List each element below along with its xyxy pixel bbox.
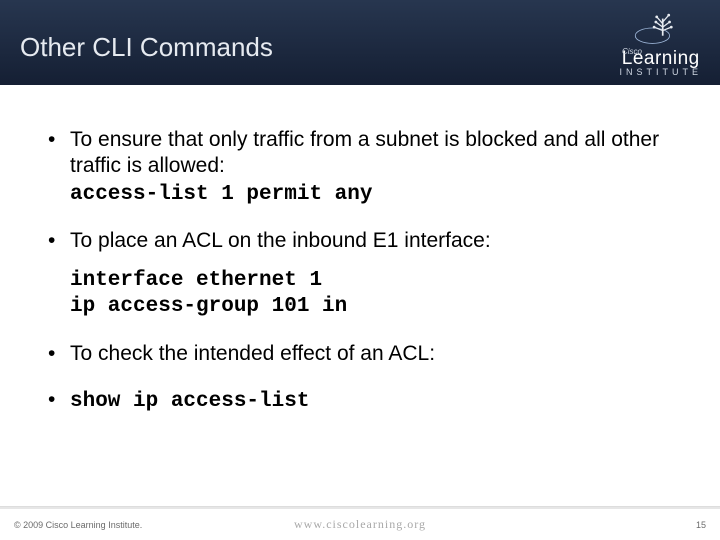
copyright-text: © 2009 Cisco Learning Institute.	[14, 520, 142, 530]
bullet-item: To place an ACL on the inbound E1 interf…	[48, 228, 690, 254]
bullet-text: To place an ACL on the inbound E1 interf…	[70, 229, 491, 252]
bullet-item: show ip access-list	[48, 387, 690, 415]
footer-url: www.ciscolearning.org	[294, 517, 426, 532]
code-line: interface ethernet 1	[70, 268, 690, 294]
page-number: 15	[696, 520, 706, 530]
slide-body: To ensure that only traffic from a subne…	[0, 85, 720, 415]
bullet-item: To ensure that only traffic from a subne…	[48, 127, 690, 208]
slide-footer: © 2009 Cisco Learning Institute. www.cis…	[0, 506, 720, 540]
code-inline: access-list 1 permit any	[70, 183, 372, 206]
code-block: interface ethernet 1 ip access-group 101…	[48, 268, 690, 321]
footer-divider	[0, 507, 720, 509]
brand-subtitle: INSTITUTE	[620, 67, 703, 77]
slide-header: Other CLI Commands Cisco Learning INSTIT…	[0, 0, 720, 85]
brand-logo: Cisco Learning INSTITUTE	[620, 10, 703, 77]
code-inline: show ip access-list	[70, 390, 309, 413]
slide-title: Other CLI Commands	[20, 32, 273, 63]
brand-parent: Cisco	[622, 47, 642, 56]
bullet-text: To check the intended effect of an ACL:	[70, 342, 435, 365]
tree-icon	[634, 10, 688, 46]
bullet-text: To ensure that only traffic from a subne…	[70, 128, 659, 177]
bullet-item: To check the intended effect of an ACL:	[48, 341, 690, 367]
code-line: ip access-group 101 in	[70, 294, 690, 320]
